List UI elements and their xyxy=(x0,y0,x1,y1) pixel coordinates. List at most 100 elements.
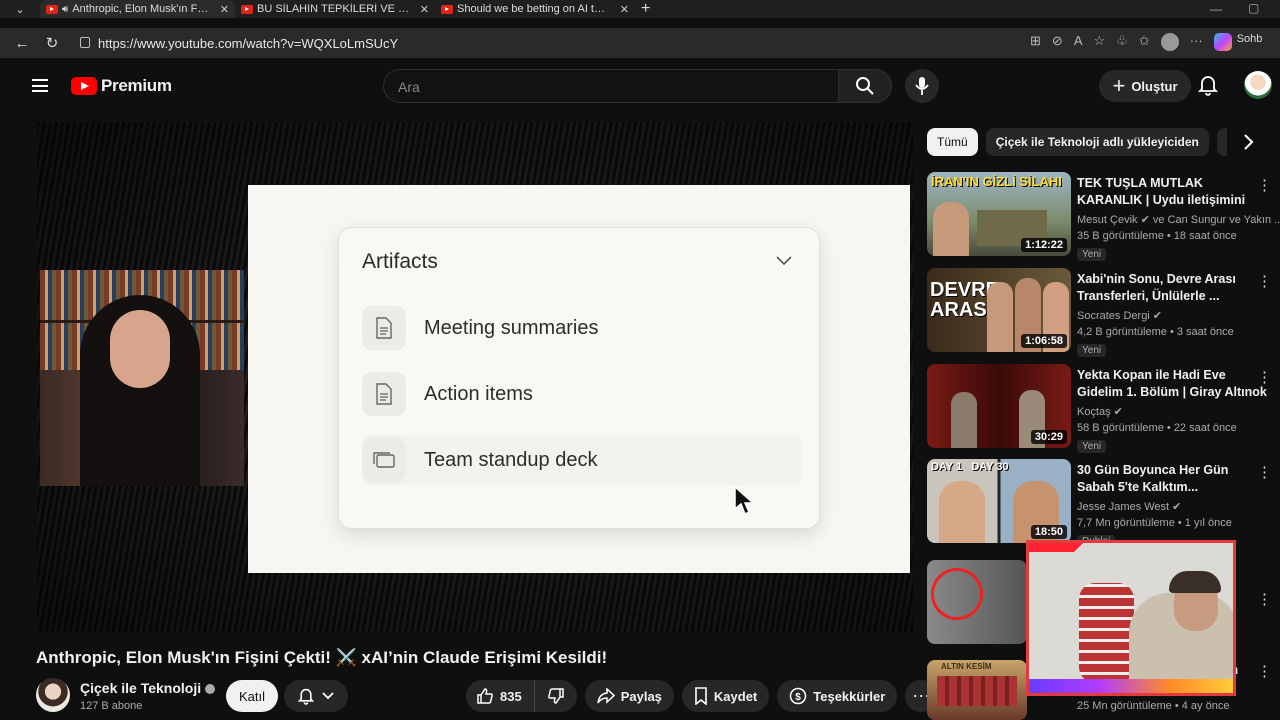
youtube-premium-logo[interactable]: Premium xyxy=(71,76,172,96)
more-options-icon[interactable]: ⋮ xyxy=(1257,662,1272,680)
chip-related[interactable]: İlgili xyxy=(1216,128,1227,156)
profile-icon[interactable] xyxy=(1160,33,1179,51)
recommendation-meta: 35 B görüntüleme • 18 saat önce xyxy=(1077,230,1237,242)
slides-icon xyxy=(362,438,406,482)
thumbnail-person xyxy=(933,202,969,256)
youtube-favicon-icon xyxy=(241,4,253,14)
recommendation-item[interactable]: 30:29 Yekta Kopan ile Hadi Eve Gidelim 1… xyxy=(927,364,1272,453)
thanks-button[interactable]: $ Teşekkürler xyxy=(777,680,898,712)
video-thumbnail[interactable] xyxy=(927,560,1027,644)
address-bar[interactable]: https://www.youtube.com/watch?v=WQXLoLmS… xyxy=(72,31,1102,55)
thanks-label: Teşekkürler xyxy=(813,688,886,704)
share-button[interactable]: Paylaş xyxy=(584,680,674,712)
share-icon xyxy=(596,688,615,704)
recommendation-item[interactable]: DEVRE ARASI 1:06:58 Xabi'nin Sonu, Devre… xyxy=(927,268,1272,357)
favorites-icon[interactable]: ✩ xyxy=(1139,33,1150,51)
reload-icon[interactable]: ↻ xyxy=(40,31,64,55)
like-dislike-group: 835 xyxy=(466,680,577,712)
browser-tab-strip: ⌄ 🔊︎ Anthropic, Elon Musk'ın Fişini ✕ BU… xyxy=(0,0,1280,18)
more-options-icon[interactable]: ⋮ xyxy=(1257,463,1272,481)
create-button[interactable]: + Oluştur xyxy=(1099,70,1191,102)
search-button[interactable] xyxy=(838,69,892,103)
search-input[interactable]: Ara xyxy=(383,69,839,103)
artifact-label: Action items xyxy=(424,382,533,405)
copilot-label[interactable]: Sohb xyxy=(1237,33,1263,51)
browser-tab[interactable]: BU SİLAHIN TEPKİLERİ VE HASARI ✕ xyxy=(235,0,435,18)
video-thumbnail[interactable]: 30:29 xyxy=(927,364,1071,448)
subscription-notifications-button[interactable] xyxy=(284,680,348,712)
like-button[interactable]: 835 xyxy=(466,680,535,712)
menu-icon[interactable] xyxy=(32,79,48,92)
thumbnail-text: DAY 1 DAY 30 xyxy=(931,461,1009,473)
dislike-button[interactable] xyxy=(535,680,577,712)
chevron-right-icon[interactable] xyxy=(1238,132,1258,152)
browser-tab[interactable]: 🔊︎ Anthropic, Elon Musk'ın Fişini ✕ xyxy=(40,0,235,18)
speaker-icon: 🔊︎ xyxy=(62,3,69,15)
more-options-icon[interactable]: ⋮ xyxy=(1257,368,1272,386)
duration-badge: 1:12:22 xyxy=(1021,238,1067,252)
thumbnail-text: İRAN'IN GİZLİ SİLAHI xyxy=(931,174,1062,189)
browser-toolbar: ← ↻ https://www.youtube.com/watch?v=WQXL… xyxy=(0,28,1280,58)
close-tab-icon[interactable]: ✕ xyxy=(220,3,229,16)
recommendation-title: Xabi'nin Sonu, Devre Arası Transferleri,… xyxy=(1077,272,1236,303)
menu-dots-icon[interactable]: ··· xyxy=(1190,33,1203,51)
recommendation-item[interactable]: DAY 1 DAY 30 18:50 30 Gün Boyunca Her Gü… xyxy=(927,459,1272,548)
browser-tab[interactable]: Should we be betting on AI to fix ✕ xyxy=(435,0,635,18)
save-label: Kaydet xyxy=(713,688,758,704)
back-icon[interactable]: ← xyxy=(10,31,34,55)
artifact-item: Action items xyxy=(362,369,802,419)
recommendation-channel: Koçtaş ✔ xyxy=(1077,406,1123,418)
subscriber-count: 127 B abone xyxy=(80,700,143,712)
recommendation-item[interactable]: İRAN'IN GİZLİ SİLAHI 1:12:22 TEK TUŞLA M… xyxy=(927,172,1280,261)
video-thumbnail[interactable]: İRAN'IN GİZLİ SİLAHI 1:12:22 xyxy=(927,172,1071,256)
video-thumbnail[interactable]: DEVRE ARASI 1:06:58 xyxy=(927,268,1071,352)
artifact-item: Meeting summaries xyxy=(362,303,802,353)
video-thumbnail[interactable]: DAY 1 DAY 30 18:50 xyxy=(927,459,1071,543)
channel-name[interactable]: Çiçek ile Teknoloji xyxy=(80,680,216,696)
channel-avatar[interactable] xyxy=(36,678,70,712)
bell-icon xyxy=(298,688,314,705)
join-button[interactable]: Katıl xyxy=(226,680,278,712)
highlight-circle xyxy=(931,568,983,620)
extensions-icon[interactable]: ♧ xyxy=(1116,33,1128,51)
site-info-icon[interactable] xyxy=(80,37,90,48)
plus-icon: + xyxy=(1112,73,1126,98)
more-options-icon[interactable]: ⋮ xyxy=(1257,590,1272,608)
save-button[interactable]: Kaydet xyxy=(681,680,770,712)
maximize-window-icon[interactable]: ▢ xyxy=(1248,1,1259,15)
notifications-bell-icon[interactable] xyxy=(1197,74,1219,101)
more-options-icon[interactable]: ⋮ xyxy=(1257,176,1272,194)
account-avatar[interactable] xyxy=(1244,71,1272,99)
favorite-star-icon[interactable]: ☆ xyxy=(1093,33,1105,51)
overlay-frame xyxy=(1029,543,1086,552)
recommendation-meta: 7,7 Mn görüntüleme • 1 yıl önce xyxy=(1077,517,1232,529)
thumbnail-meat xyxy=(937,676,1017,706)
more-options-icon[interactable]: ⋮ xyxy=(1257,272,1272,290)
url-text: https://www.youtube.com/watch?v=WQXLoLmS… xyxy=(98,35,399,51)
tab-list-chevron-icon[interactable]: ⌄ xyxy=(0,0,40,18)
chip-from-uploader[interactable]: Çiçek ile Teknoloji adlı yükleyiciden xyxy=(985,128,1209,156)
recommendation-channel: Socrates Dergi ✔ xyxy=(1077,310,1163,322)
youtube-favicon-icon xyxy=(46,4,58,14)
new-tab-icon[interactable]: + xyxy=(635,0,656,18)
close-tab-icon[interactable]: ✕ xyxy=(620,3,629,16)
close-tab-icon[interactable]: ✕ xyxy=(420,3,429,16)
video-thumbnail[interactable]: ALTIN KESİM xyxy=(927,660,1027,720)
new-badge: Yeni xyxy=(1077,440,1107,453)
logo-text: Premium xyxy=(101,76,172,95)
chevron-down-icon xyxy=(322,692,334,700)
recommendation-meta: 4,2 B görüntüleme • 3 saat önce xyxy=(1077,326,1234,338)
artifact-label: Team standup deck xyxy=(424,448,598,471)
new-badge: Yeni xyxy=(1077,344,1107,357)
copilot-icon[interactable] xyxy=(1213,33,1232,51)
duration-badge: 30:29 xyxy=(1030,430,1067,444)
app-available-icon[interactable]: ⊞ xyxy=(1030,33,1041,51)
video-player[interactable]: Artifacts Meeting summaries Action items… xyxy=(37,122,913,632)
thumbs-up-icon xyxy=(477,688,493,704)
chip-all[interactable]: Tümü xyxy=(927,128,978,156)
read-aloud-icon[interactable]: A xyxy=(1074,33,1083,51)
voice-search-button[interactable] xyxy=(905,69,939,103)
search-icon xyxy=(856,77,874,95)
minimize-window-icon[interactable]: — xyxy=(1210,2,1222,16)
tracking-icon[interactable]: ⊘ xyxy=(1052,33,1063,51)
